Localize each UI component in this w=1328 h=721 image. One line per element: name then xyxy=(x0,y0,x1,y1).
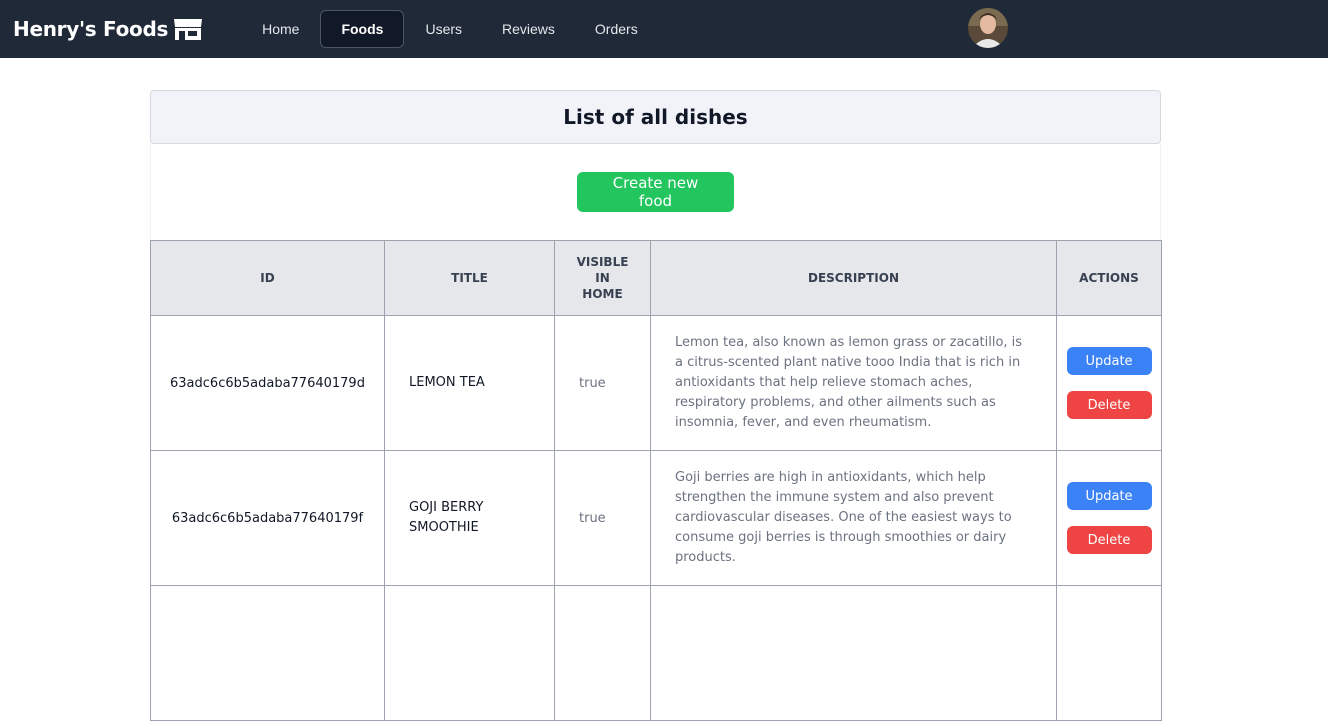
table-row: 63adc6c6b5adaba77640179d LEMON TEA true … xyxy=(150,315,1162,451)
cell-id xyxy=(150,585,385,721)
cell-actions xyxy=(1056,585,1162,721)
table-row xyxy=(150,585,1162,721)
nav-reviews[interactable]: Reviews xyxy=(483,11,574,47)
nav-orders[interactable]: Orders xyxy=(576,11,657,47)
header-visible-line3: HOME xyxy=(582,287,623,301)
column-header-id: ID xyxy=(150,240,385,316)
store-icon xyxy=(173,17,203,41)
cell-actions: Update Delete xyxy=(1056,315,1162,451)
brand[interactable]: Henry's Foods xyxy=(13,17,203,41)
cell-visible: true xyxy=(554,450,651,586)
cell-title: GOJI BERRY SMOOTHIE xyxy=(384,450,555,586)
header-visible-line1: VISIBLE xyxy=(576,255,629,269)
update-button[interactable]: Update xyxy=(1066,347,1152,375)
update-button[interactable]: Update xyxy=(1066,482,1152,510)
cell-actions: Update Delete xyxy=(1056,450,1162,586)
cell-title xyxy=(384,585,555,721)
column-header-title: TITLE xyxy=(384,240,555,316)
delete-button[interactable]: Delete xyxy=(1066,526,1152,554)
nav-foods[interactable]: Foods xyxy=(320,10,405,48)
cell-visible xyxy=(554,585,651,721)
table-header-row: ID TITLE VISIBLE IN HOME DESCRIPTION ACT… xyxy=(150,240,1162,316)
card-toolbar: Create new food xyxy=(150,144,1161,240)
brand-name: Henry's Foods xyxy=(13,17,169,41)
cell-description: Lemon tea, also known as lemon grass or … xyxy=(650,315,1057,451)
cell-description xyxy=(650,585,1057,721)
user-avatar[interactable] xyxy=(968,8,1008,48)
card-title: List of all dishes xyxy=(150,90,1161,144)
delete-button[interactable]: Delete xyxy=(1066,391,1152,419)
column-header-visible: VISIBLE IN HOME xyxy=(554,240,651,316)
header-visible-line2: IN xyxy=(595,271,610,285)
nav-home[interactable]: Home xyxy=(243,11,318,47)
cell-title: LEMON TEA xyxy=(384,315,555,451)
cell-visible: true xyxy=(554,315,651,451)
table-row: 63adc6c6b5adaba77640179f GOJI BERRY SMOOT… xyxy=(150,450,1162,586)
cell-id: 63adc6c6b5adaba77640179d xyxy=(150,315,385,451)
cell-description: Goji berries are high in antioxidants, w… xyxy=(650,450,1057,586)
dishes-table: ID TITLE VISIBLE IN HOME DESCRIPTION ACT… xyxy=(150,240,1162,721)
nav-links: Home Foods Users Reviews Orders xyxy=(243,10,659,48)
cell-id: 63adc6c6b5adaba77640179f xyxy=(150,450,385,586)
navbar: Henry's Foods Home Foods Users Reviews O… xyxy=(0,0,1328,58)
column-header-description: DESCRIPTION xyxy=(650,240,1057,316)
column-header-actions: ACTIONS xyxy=(1056,240,1162,316)
dishes-card: List of all dishes Create new food ID TI… xyxy=(150,90,1162,721)
nav-users[interactable]: Users xyxy=(406,11,481,47)
create-food-button[interactable]: Create new food xyxy=(577,172,734,212)
